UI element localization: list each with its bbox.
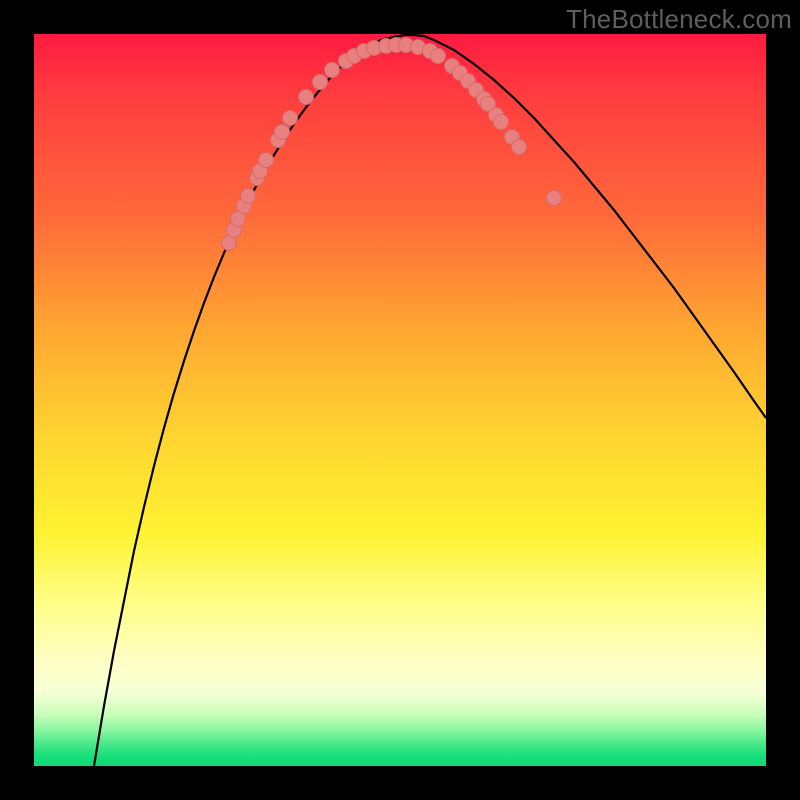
- chart-frame: TheBottleneck.com: [0, 0, 800, 800]
- curve-dot: [283, 111, 298, 126]
- curve-dot: [299, 90, 314, 105]
- curve-dot: [275, 125, 290, 140]
- curve-dot: [325, 63, 340, 78]
- watermark-text: TheBottleneck.com: [566, 4, 792, 35]
- curve-dot: [494, 115, 509, 130]
- curve-dot: [259, 153, 274, 168]
- chart-overlay: [34, 34, 766, 766]
- bottleneck-curve: [94, 35, 766, 766]
- curve-dot: [313, 75, 328, 90]
- curve-dot: [431, 49, 446, 64]
- curve-dot: [241, 189, 256, 204]
- curve-dot: [512, 140, 527, 155]
- curve-dots: [222, 38, 562, 251]
- curve-dot: [547, 191, 562, 206]
